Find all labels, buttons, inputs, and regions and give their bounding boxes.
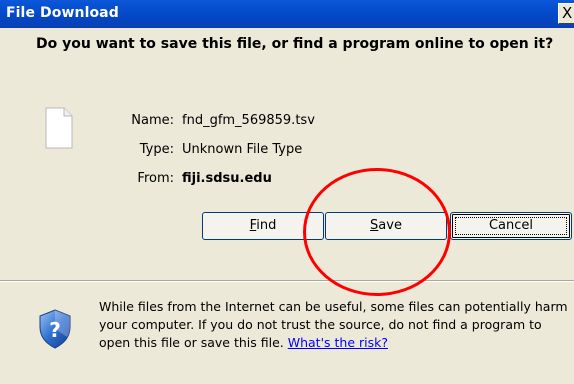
whats-the-risk-link[interactable]: What's the risk? [288,335,388,350]
save-button[interactable]: Save [325,212,447,240]
close-button[interactable]: X [558,3,574,24]
file-from-label: From: [137,171,174,186]
svg-text:?: ? [49,318,61,342]
dialog-title: File Download [6,5,119,21]
close-icon: X [562,4,573,22]
save-button-label: Save [370,218,402,233]
file-type-value: Unknown File Type [182,142,303,157]
dialog-question: Do you want to save this file, or find a… [36,36,554,52]
file-type-label: Type: [139,142,174,157]
find-button-label: Find [249,218,277,233]
file-name-value: fnd_gfm_569859.tsv [182,113,315,128]
shield-question-icon: ? [39,309,71,349]
title-bar[interactable]: File Download X [0,0,574,28]
file-name-label: Name: [131,113,174,128]
file-from-value: fiji.sdsu.edu [182,171,272,186]
cancel-button-label: Cancel [488,218,534,233]
find-button[interactable]: Find [202,212,324,240]
warning-text-block: While files from the Internet can be use… [99,298,569,352]
cancel-button[interactable]: Cancel [450,212,572,240]
